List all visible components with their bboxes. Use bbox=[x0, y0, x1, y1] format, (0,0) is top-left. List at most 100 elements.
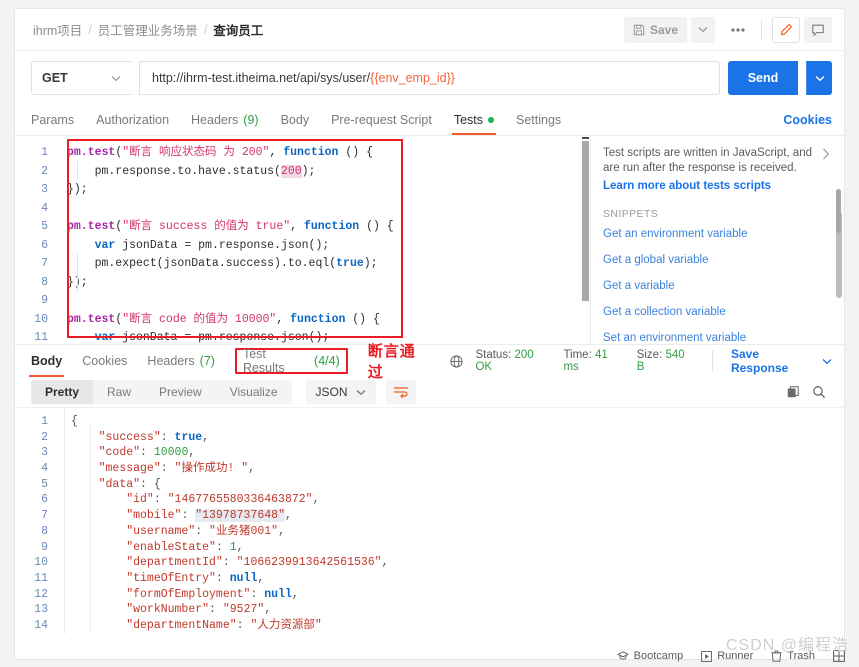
tab-count: (7) bbox=[199, 354, 215, 368]
breadcrumb-item-current[interactable]: 查询员工 bbox=[213, 20, 263, 39]
trash-icon bbox=[771, 650, 782, 662]
format-value: JSON bbox=[315, 385, 348, 399]
runner-icon bbox=[701, 650, 713, 662]
code-line: }); bbox=[67, 183, 88, 196]
search-icon[interactable] bbox=[812, 385, 826, 399]
code-line: pm.test("断言 success 的值为 true", function … bbox=[67, 220, 394, 233]
tab-authorization[interactable]: Authorization bbox=[96, 105, 169, 135]
status-bar: Bootcamp Runner Trash bbox=[14, 645, 859, 667]
response-tab-cookies[interactable]: Cookies bbox=[82, 345, 127, 377]
line-number: 9 bbox=[41, 294, 48, 307]
indent-guide bbox=[64, 408, 65, 634]
editor-scrollbar[interactable] bbox=[581, 137, 590, 339]
cookies-link[interactable]: Cookies bbox=[783, 113, 832, 127]
page-scrollbar[interactable] bbox=[836, 189, 841, 233]
json-line: "formOfEmployment": null, bbox=[126, 587, 299, 601]
json-line: "data": { bbox=[98, 477, 161, 491]
line-number: 3 bbox=[41, 183, 48, 196]
tab-tests[interactable]: Tests bbox=[451, 105, 497, 135]
comments-button[interactable] bbox=[804, 16, 832, 43]
json-line: "success": true, bbox=[98, 430, 210, 444]
line-number: 11 bbox=[34, 571, 48, 585]
snippet-item-get-collection-variable[interactable]: Get a collection variable bbox=[603, 306, 832, 318]
tab-settings[interactable]: Settings bbox=[516, 105, 561, 135]
divider bbox=[712, 350, 713, 372]
code-editor[interactable]: 1 2 3 4 5 6 7 8 9 10 11 12 13 pm.test("断… bbox=[15, 136, 590, 344]
send-options-button[interactable] bbox=[806, 61, 832, 95]
chevron-down-icon bbox=[698, 26, 708, 33]
snippets-heading: SNIPPETS bbox=[603, 208, 659, 220]
view-pretty-button[interactable]: Pretty bbox=[31, 380, 94, 404]
runner-button[interactable]: Runner bbox=[701, 650, 753, 662]
json-line: { bbox=[71, 415, 78, 428]
snippet-item-get-environment-variable[interactable]: Get an environment variable bbox=[603, 228, 832, 240]
bootcamp-button[interactable]: Bootcamp bbox=[616, 650, 683, 662]
method-select[interactable]: GET bbox=[31, 61, 131, 95]
snippets-panel: Test scripts are written in JavaScript, … bbox=[590, 136, 844, 344]
json-line: "departmentId": "1066239913642561536", bbox=[126, 556, 389, 570]
layout-toggle-button[interactable] bbox=[833, 650, 845, 662]
send-button[interactable]: Send bbox=[728, 61, 798, 95]
word-wrap-icon bbox=[393, 386, 409, 398]
snippet-item-set-environment-variable[interactable]: Set an environment variable bbox=[603, 332, 832, 344]
line-number: 14 bbox=[34, 618, 48, 632]
json-line: "id": "1467765580336463872", bbox=[126, 493, 320, 507]
line-number: 5 bbox=[41, 477, 48, 491]
save-icon bbox=[633, 24, 645, 36]
more-options-button[interactable] bbox=[725, 17, 751, 43]
save-response-button[interactable]: Save Response bbox=[731, 347, 832, 375]
save-response-label: Save Response bbox=[730, 347, 789, 375]
line-number: 13 bbox=[34, 603, 48, 617]
save-dropdown-button[interactable] bbox=[691, 16, 715, 43]
line-number: 2 bbox=[41, 164, 48, 178]
response-tab-body[interactable]: Body bbox=[28, 345, 65, 377]
method-value: GET bbox=[42, 71, 68, 85]
edit-request-button[interactable] bbox=[772, 16, 800, 43]
tab-pre-request-script[interactable]: Pre-request Script bbox=[331, 105, 432, 135]
tab-params[interactable]: Params bbox=[31, 105, 74, 135]
size-label: Size: 540 B bbox=[637, 349, 694, 373]
runner-label: Runner bbox=[717, 650, 754, 662]
pencil-icon bbox=[779, 23, 793, 37]
code-line: pm.expect(jsonData.success).to.eql(true)… bbox=[67, 257, 378, 270]
tab-label: Body bbox=[31, 354, 63, 368]
response-body-viewer[interactable]: 1 2 3 4 5 6 7 8 9 10 11 12 13 14 { "success": true, "… bbox=[15, 407, 844, 634]
view-raw-button[interactable]: Raw bbox=[93, 380, 145, 404]
word-wrap-button[interactable] bbox=[385, 380, 416, 404]
tab-body[interactable]: Body bbox=[281, 105, 310, 135]
copy-icon[interactable] bbox=[786, 385, 800, 399]
tab-headers[interactable]: Headers (9) bbox=[191, 105, 259, 135]
line-number: 1 bbox=[41, 415, 48, 428]
snippet-item-get-variable[interactable]: Get a variable bbox=[603, 280, 832, 292]
line-number: 8 bbox=[41, 275, 48, 289]
trash-button[interactable]: Trash bbox=[771, 650, 815, 662]
editor-code-lines[interactable]: pm.test("断言 响应状态码 为 200", function () { … bbox=[57, 144, 590, 344]
json-line: "code": 10000, bbox=[98, 446, 196, 460]
line-number: 7 bbox=[41, 509, 48, 523]
divider bbox=[761, 18, 762, 41]
breadcrumb-separator: / bbox=[88, 22, 92, 37]
format-select[interactable]: JSON bbox=[305, 380, 376, 404]
json-line: "username": "业务猪001", bbox=[126, 524, 285, 538]
line-number: 4 bbox=[41, 201, 48, 215]
chevron-down-icon bbox=[111, 75, 121, 82]
breadcrumb-separator: / bbox=[203, 22, 208, 37]
learn-more-link[interactable]: Learn more about tests scripts bbox=[603, 180, 832, 192]
breadcrumb-item-1[interactable]: 员工管理业务场景 bbox=[98, 20, 198, 39]
response-tab-test-results[interactable]: Test Results (4/4) bbox=[234, 347, 348, 375]
snippet-item-get-global-variable[interactable]: Get a global variable bbox=[603, 254, 832, 266]
view-visualize-button[interactable]: Visualize bbox=[216, 380, 292, 404]
url-input[interactable]: http://ihrm-test.itheima.net/api/sys/use… bbox=[139, 61, 720, 95]
tab-label: Headers bbox=[191, 113, 239, 127]
postman-window: ihrm项目 / 员工管理业务场景 / 查询员工 Save GET http:/… bbox=[14, 8, 845, 660]
line-number: 10 bbox=[34, 312, 48, 326]
line-number: 1 bbox=[41, 146, 48, 159]
line-number: 8 bbox=[41, 524, 48, 538]
chevron-right-icon[interactable] bbox=[822, 148, 830, 160]
response-tab-headers[interactable]: Headers (7) bbox=[147, 345, 215, 377]
save-button[interactable]: Save bbox=[623, 16, 687, 43]
indent-guide bbox=[77, 254, 78, 292]
json-code-lines[interactable]: { "success": true, "code": 10000, "messa… bbox=[57, 414, 844, 634]
view-preview-button[interactable]: Preview bbox=[145, 380, 216, 404]
breadcrumb-item-0[interactable]: ihrm项目 bbox=[33, 20, 82, 39]
